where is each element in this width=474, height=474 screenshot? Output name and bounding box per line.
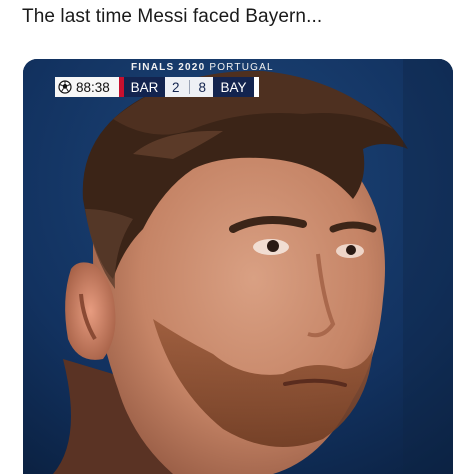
caption-text: The last time Messi faced Bayern... — [22, 6, 323, 27]
clock-time: 88:38 — [76, 79, 110, 95]
away-team: BAY — [213, 77, 254, 97]
champions-league-ball-icon — [58, 80, 72, 94]
broadcast-scoreboard: FINALS 2020 PORTUGAL 88:38 BAR 2 8 BAY — [55, 62, 295, 100]
competition-name: FINALS 2020 — [131, 62, 206, 73]
meme-root: The last time Messi faced Bayern... FINA… — [0, 0, 474, 474]
home-team: BAR — [124, 77, 165, 97]
competition-title: FINALS 2020 PORTUGAL — [131, 62, 274, 73]
score-bar: 88:38 BAR 2 8 BAY — [55, 77, 259, 97]
match-clock: 88:38 — [55, 77, 119, 97]
away-color-strip — [254, 77, 259, 97]
home-score: 2 — [172, 79, 180, 95]
competition-location: PORTUGAL — [209, 62, 274, 73]
messi-photo — [23, 59, 453, 474]
score-divider — [188, 80, 190, 94]
score: 2 8 — [165, 77, 213, 97]
away-score: 8 — [198, 79, 206, 95]
